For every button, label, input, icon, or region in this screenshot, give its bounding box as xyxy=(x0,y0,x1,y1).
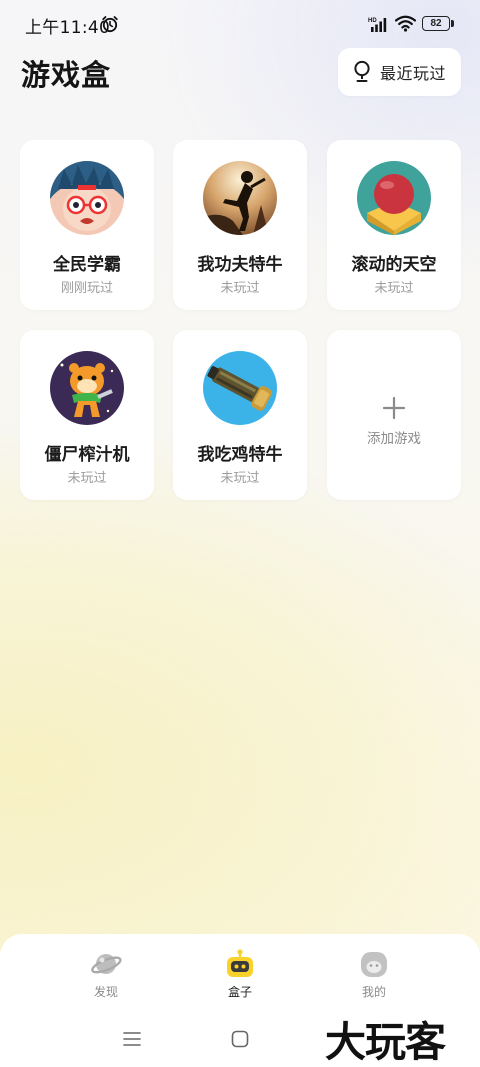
status-time: 上午11:40 xyxy=(25,18,111,38)
wifi-icon xyxy=(395,15,416,32)
menu-icon[interactable] xyxy=(122,1030,142,1048)
add-game-card[interactable]: 添加游戏 xyxy=(327,330,461,500)
nav-tab-discover[interactable]: 发现 xyxy=(76,948,136,1000)
game-card-quanminxueba[interactable]: 全民学霸 刚刚玩过 xyxy=(20,140,154,310)
game-status: 刚刚玩过 xyxy=(60,281,113,296)
recent-played-button[interactable]: 最近玩过 xyxy=(338,48,461,96)
game-status: 未玩过 xyxy=(374,281,414,296)
watermark: 大玩客 xyxy=(325,1018,446,1066)
cartoon-boy-glasses-icon xyxy=(50,161,124,235)
nav-tab-box[interactable]: 盒子 xyxy=(210,948,270,1000)
kungfu-silhouette-icon xyxy=(203,161,277,235)
game-name: 全民学霸 xyxy=(53,255,121,275)
status-bar: 上午11:40 HD 82 xyxy=(0,0,480,48)
plus-icon xyxy=(382,396,406,420)
signal-hd-icon: HD xyxy=(368,18,387,32)
game-card-gundongtiankong[interactable]: 滚动的天空 未玩过 xyxy=(327,140,461,310)
game-name: 我功夫特牛 xyxy=(197,255,283,275)
game-card-jiangshizhazhiji[interactable]: 僵尸榨汁机 未玩过 xyxy=(20,330,154,500)
battery-indicator: 82 xyxy=(422,16,450,31)
game-status: 未玩过 xyxy=(220,471,260,486)
alarm-clock-icon xyxy=(102,16,118,33)
profile-face-icon xyxy=(361,952,387,977)
add-game-label: 添加游戏 xyxy=(367,431,421,447)
tiger-zombie-icon xyxy=(50,351,124,425)
battery-level: 82 xyxy=(430,18,442,29)
home-icon[interactable] xyxy=(231,1030,249,1048)
lightbulb-icon xyxy=(354,60,370,82)
game-card-gongfu[interactable]: 我功夫特牛 未玩过 xyxy=(173,140,307,310)
nav-tab-mine[interactable]: 我的 xyxy=(344,948,404,1000)
game-card-chiji[interactable]: 我吃鸡特牛 未玩过 xyxy=(173,330,307,500)
red-ball-icon xyxy=(357,161,431,235)
svg-text:HD: HD xyxy=(368,18,377,24)
nav-label: 我的 xyxy=(361,985,386,999)
game-name: 滚动的天空 xyxy=(351,255,437,275)
game-name: 我吃鸡特牛 xyxy=(197,445,283,465)
game-status: 未玩过 xyxy=(67,471,107,486)
robot-box-icon xyxy=(227,949,253,977)
nav-label: 发现 xyxy=(93,985,118,999)
nav-label: 盒子 xyxy=(227,985,252,999)
game-status: 未玩过 xyxy=(220,281,260,296)
gatling-gun-icon xyxy=(203,351,277,425)
recent-played-label: 最近玩过 xyxy=(380,64,447,83)
battery-tip xyxy=(451,20,454,27)
page-title: 游戏盒 xyxy=(21,58,112,92)
game-name: 僵尸榨汁机 xyxy=(44,445,130,465)
planet-icon xyxy=(91,954,122,974)
